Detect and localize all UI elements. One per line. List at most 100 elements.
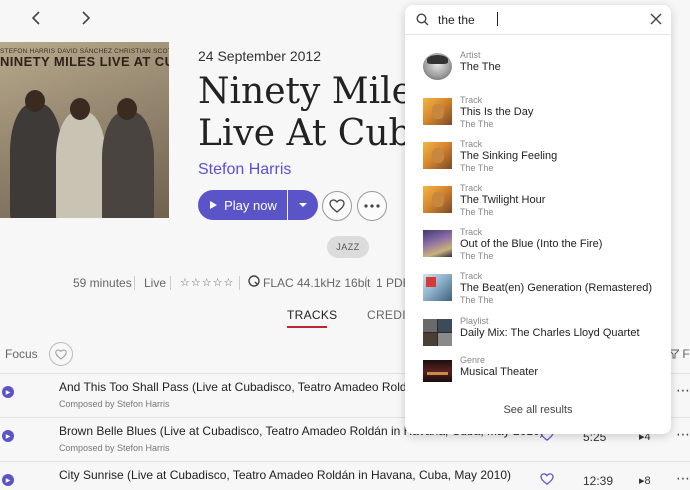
track-thumbnail [423,142,452,169]
heart-icon [55,349,67,360]
search-result-playlist[interactable]: Playlist Daily Mix: The Charles Lloyd Qu… [405,313,671,357]
result-kind: Track [460,183,483,193]
result-name: The Beat(en) Generation (Remastered) [460,282,652,294]
search-results-panel: Artist The The Track This Is the Day The… [405,5,671,434]
play-now-button[interactable]: Play now [198,190,287,220]
text-cursor [497,12,498,26]
release-date: 24 September 2012 [198,48,321,64]
result-kind: Track [460,227,483,237]
album-duration: 59 minutes [73,276,132,290]
result-name: Musical Theater [460,366,539,378]
track-thumbnail [423,98,452,125]
meta-divider [170,276,171,290]
album-cover[interactable]: STEFON HARRIS DAVID SÁNCHEZ CHRISTIAN SC… [0,42,169,218]
cover-head-left [25,90,45,112]
cover-figure-left [10,104,62,218]
result-kind: Playlist [460,316,489,326]
close-icon[interactable] [650,13,662,25]
album-title-line-1: Ninety Miles [198,71,432,112]
filter-button[interactable]: Fi [667,347,690,361]
track-composer: Composed by Stefon Harris [59,443,170,453]
artist-link[interactable]: Stefon Harris [198,161,291,179]
result-name: The Twilight Hour [460,194,546,206]
track-thumbnail [423,230,452,257]
cover-head-middle [70,98,90,120]
result-kind: Track [460,139,483,149]
search-icon [416,13,429,26]
tab-tracks[interactable]: TRACKS [287,308,337,322]
track-composer: Composed by Stefon Harris [59,399,170,409]
album-title: Ninety Miles Live At Cuba [198,71,433,155]
genre-thumbnail [423,360,452,382]
meta-divider [134,276,135,290]
playlist-thumbnail [423,319,452,346]
result-artist: The The [460,207,494,217]
track-duration: 12:39 [583,474,614,488]
back-button[interactable] [27,8,47,28]
result-kind: Track [460,271,483,281]
quality-icon [248,275,260,290]
play-button-group: Play now [198,190,318,220]
meta-divider [366,276,367,290]
cover-title: NINETY MILES LIVE AT CUBADISCO [0,54,169,69]
audio-quality: FLAC 44.1kHz 16bit [263,276,371,290]
album-title-line-2: Live At Cuba [198,113,434,154]
cover-figure-middle [56,112,106,218]
result-artist: The The [460,163,494,173]
track-play-button[interactable]: ▶ [2,386,14,398]
play-icon [210,201,218,209]
search-result-track[interactable]: Track The Twilight Hour The The [405,180,671,224]
result-artist: The The [460,295,494,305]
favorite-button[interactable] [322,191,352,221]
heart-icon [540,473,554,485]
play-now-label: Play now [224,197,277,213]
caret-down-icon [299,203,307,207]
track-thumbnail [423,274,452,301]
search-input[interactable] [438,10,638,30]
filter-label: Fi [682,347,690,361]
search-bar [405,5,671,35]
heart-icon [329,199,345,213]
result-name: The The [460,61,501,73]
focus-label: Focus [5,347,38,361]
see-all-results-link[interactable]: See all results [405,404,671,416]
track-row[interactable]: ▶ City Sunrise (Live at Cubadisco, Teatr… [0,461,690,490]
result-artist: The The [460,251,494,261]
more-options-button[interactable] [357,191,387,221]
forward-button[interactable] [75,8,95,28]
track-play-button[interactable]: ▶ [2,430,14,442]
album-type: Live [144,276,167,290]
result-name: The Sinking Feeling [460,150,558,162]
result-name: Daily Mix: The Charles Lloyd Quartet [460,327,640,339]
search-result-genre[interactable]: Genre Musical Theater [405,352,671,396]
search-result-artist[interactable]: Artist The The [405,47,671,91]
rating-stars[interactable]: ☆☆☆☆☆ [180,276,234,289]
play-options-button[interactable] [288,190,318,220]
search-result-track[interactable]: Track This Is the Day The The [405,92,671,136]
track-more-button[interactable]: ⋯ [676,382,690,399]
track-more-button[interactable]: ⋯ [676,470,690,487]
chevron-right-icon [82,11,91,25]
track-title[interactable]: And This Too Shall Pass (Live at Cubadis… [59,380,457,394]
track-more-button[interactable]: ⋯ [676,426,690,443]
result-artist: The The [460,119,494,129]
focus-favorite-toggle[interactable] [49,342,73,366]
track-favorite-button[interactable] [540,472,554,488]
search-result-track[interactable]: Track The Beat(en) Generation (Remastere… [405,268,671,312]
cover-figure-right [102,112,154,218]
result-kind: Genre [460,355,486,365]
result-name: Out of the Blue (Into the Fire) [460,238,603,250]
meta-divider [239,276,240,290]
active-tab-indicator [287,326,327,328]
more-dots-icon [364,204,380,208]
track-play-count: ▸8 [639,475,651,487]
track-title[interactable]: City Sunrise (Live at Cubadisco, Teatro … [59,468,511,482]
search-result-track[interactable]: Track The Sinking Feeling The The [405,136,671,180]
artist-avatar [423,53,452,80]
track-play-button[interactable]: ▶ [2,474,14,486]
chevron-left-icon [31,11,40,25]
search-result-track[interactable]: Track Out of the Blue (Into the Fire) Th… [405,224,671,268]
result-kind: Track [460,95,483,105]
cover-head-right [117,98,137,120]
genre-chip[interactable]: JAZZ [327,236,369,258]
